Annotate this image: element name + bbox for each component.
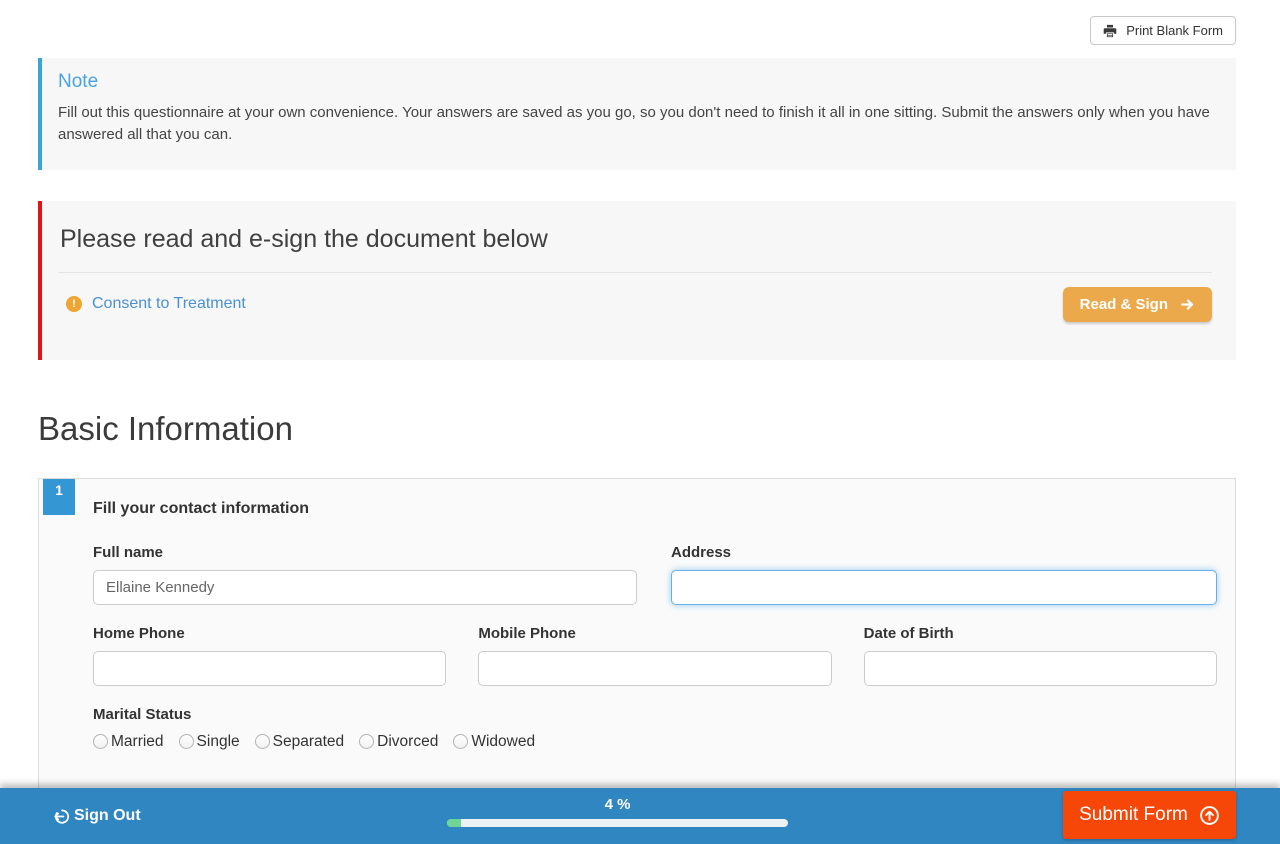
mobile-phone-field-group: Mobile Phone bbox=[478, 625, 831, 686]
date-of-birth-field-group: Date of Birth bbox=[864, 625, 1217, 686]
address-label: Address bbox=[671, 544, 1217, 561]
consent-document-link[interactable]: Consent to Treatment bbox=[92, 295, 246, 313]
consent-document-row: Consent to Treatment Read & Sign bbox=[58, 287, 1212, 322]
mobile-phone-input[interactable] bbox=[478, 651, 831, 686]
progress-indicator: 4 % bbox=[447, 796, 788, 827]
marital-status-radio[interactable] bbox=[179, 734, 194, 749]
marital-status-option[interactable]: Married bbox=[93, 733, 164, 751]
exclamation-circle-icon bbox=[66, 296, 82, 312]
note-title: Note bbox=[58, 71, 1216, 93]
divider bbox=[58, 272, 1212, 273]
sign-out-label: Sign Out bbox=[74, 807, 141, 825]
home-phone-input[interactable] bbox=[93, 651, 446, 686]
progress-percentage-text: 4 % bbox=[447, 796, 788, 813]
date-of-birth-input[interactable] bbox=[864, 651, 1217, 686]
address-field-group: Address bbox=[671, 544, 1217, 605]
print-blank-form-button[interactable]: Print Blank Form bbox=[1090, 16, 1236, 45]
marital-status-radio[interactable] bbox=[255, 734, 270, 749]
field-row: Full name Address bbox=[93, 544, 1217, 605]
home-phone-field-group: Home Phone bbox=[93, 625, 446, 686]
full-name-field-group: Full name bbox=[93, 544, 639, 605]
marital-status-label: Marital Status bbox=[93, 706, 1217, 723]
printer-icon bbox=[1103, 24, 1117, 38]
consent-document: Consent to Treatment bbox=[58, 295, 246, 313]
marital-status-option[interactable]: Widowed bbox=[453, 733, 535, 751]
marital-status-option[interactable]: Divorced bbox=[359, 733, 438, 751]
sign-out-icon bbox=[53, 808, 70, 825]
marital-status-radio[interactable] bbox=[359, 734, 374, 749]
submit-form-button[interactable]: Submit Form bbox=[1063, 791, 1236, 839]
marital-status-options: Married Single Separated Divorce bbox=[93, 733, 1217, 751]
marital-status-option[interactable]: Separated bbox=[255, 733, 345, 751]
marital-status-radio[interactable] bbox=[453, 734, 468, 749]
arrow-right-icon bbox=[1180, 297, 1195, 312]
arrow-up-circle-icon bbox=[1199, 805, 1220, 826]
consent-panel: Please read and e-sign the document belo… bbox=[38, 201, 1236, 360]
read-sign-label: Read & Sign bbox=[1080, 296, 1168, 313]
full-name-input[interactable] bbox=[93, 570, 637, 605]
step-number-badge: 1 bbox=[43, 479, 75, 515]
page-title: Basic Information bbox=[38, 410, 1236, 448]
home-phone-label: Home Phone bbox=[93, 625, 446, 642]
toolbar: Print Blank Form bbox=[38, 0, 1236, 45]
consent-panel-title: Please read and e-sign the document belo… bbox=[58, 217, 1212, 254]
address-input[interactable] bbox=[671, 570, 1217, 605]
footer-bar: Sign Out 4 % Submit Form bbox=[0, 788, 1280, 844]
card-instruction: Fill your contact information bbox=[93, 500, 1217, 518]
field-row: Home Phone Mobile Phone Date of Birth bbox=[93, 625, 1217, 686]
sign-out-button[interactable]: Sign Out bbox=[53, 788, 141, 844]
full-name-label: Full name bbox=[93, 544, 637, 561]
contact-information-card: 1 Fill your contact information Full nam… bbox=[38, 478, 1236, 823]
read-sign-button[interactable]: Read & Sign bbox=[1063, 287, 1212, 322]
submit-form-label: Submit Form bbox=[1079, 804, 1188, 826]
note-body: Fill out this questionnaire at your own … bbox=[58, 102, 1216, 146]
print-blank-form-label: Print Blank Form bbox=[1126, 23, 1223, 38]
marital-status-option[interactable]: Single bbox=[179, 733, 240, 751]
progress-bar-track bbox=[447, 819, 788, 827]
mobile-phone-label: Mobile Phone bbox=[478, 625, 831, 642]
marital-status-field-group: Marital Status Married Single bbox=[93, 706, 1217, 751]
date-of-birth-label: Date of Birth bbox=[864, 625, 1217, 642]
marital-status-radio[interactable] bbox=[93, 734, 108, 749]
progress-bar-fill bbox=[447, 819, 461, 827]
questionnaire-page: Print Blank Form Note Fill out this ques… bbox=[0, 0, 1280, 823]
note-panel: Note Fill out this questionnaire at your… bbox=[38, 58, 1236, 170]
